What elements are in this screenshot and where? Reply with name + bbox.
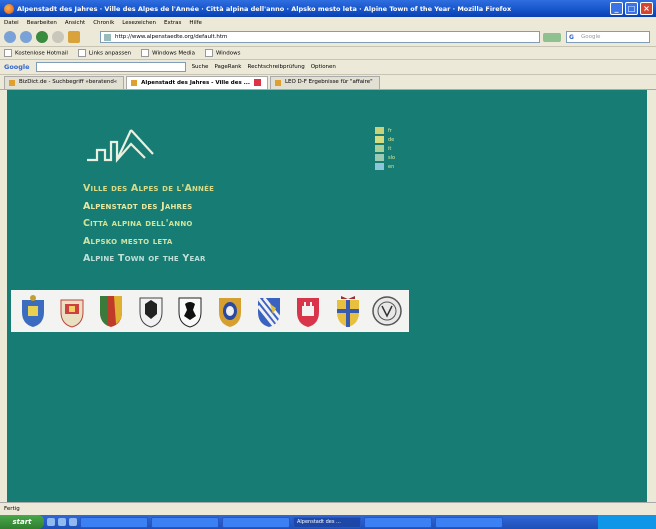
crest-icon[interactable] — [175, 293, 205, 329]
tab-bizdict[interactable]: BizDict.de - Suchbegriff »beratend« — [4, 76, 125, 89]
back-icon[interactable] — [4, 31, 16, 43]
quicklaunch-icon[interactable] — [69, 518, 77, 526]
title-en: Alpine Town of the Year — [83, 253, 206, 264]
lang-square-it — [375, 145, 384, 152]
bookmark-item[interactable]: Windows Media — [141, 49, 195, 57]
menu-ansicht[interactable]: Ansicht — [65, 20, 85, 26]
taskbar-button[interactable] — [151, 516, 219, 528]
close-tab-icon[interactable] — [253, 79, 261, 86]
quicklaunch-icon[interactable] — [58, 518, 66, 526]
menu-lesezeichen[interactable]: Lesezeichen — [122, 20, 156, 26]
lang-code: it — [388, 145, 392, 152]
google-search-button[interactable]: Suche — [192, 64, 209, 70]
lang-link-fr[interactable]: fr — [375, 126, 395, 135]
bookmarks-toolbar: Kostenlose Hotmail Links anpassen Window… — [0, 47, 656, 60]
lang-square-de — [375, 136, 384, 143]
google-toolbar-search-input[interactable] — [35, 62, 186, 72]
lang-square-slo — [375, 154, 384, 161]
title-fr: Ville des Alpes de l'Année — [83, 183, 215, 194]
google-toolbar: Google Suche PageRank Rechtschreibprüfun… — [0, 60, 656, 75]
lang-code: en — [388, 163, 395, 170]
go-button[interactable] — [543, 33, 561, 42]
lang-square-fr — [375, 127, 384, 134]
tab-label: Alpenstadt des Jahres - Ville des ... — [141, 80, 250, 86]
taskbar-button[interactable] — [222, 516, 290, 528]
bookmark-item[interactable]: Kostenlose Hotmail — [4, 49, 68, 57]
title-it: Città alpina dell'anno — [83, 218, 193, 229]
tab-bar: BizDict.de - Suchbegriff »beratend« Alpe… — [0, 75, 656, 90]
window-title-bar: Alpenstadt des Jahres · Ville des Alpes … — [0, 0, 656, 17]
crest-icon[interactable] — [254, 293, 284, 329]
alpine-town-logo — [87, 128, 169, 172]
pagerank-button[interactable]: PageRank — [214, 64, 241, 70]
lang-link-it[interactable]: it — [375, 144, 395, 153]
menu-hilfe[interactable]: Hilfe — [189, 20, 202, 26]
lang-code: fr — [388, 127, 392, 134]
home-icon[interactable] — [68, 31, 80, 43]
lang-code: slo — [388, 154, 396, 161]
title-slo: Alpsko mesto leta — [83, 235, 173, 247]
lang-link-slo[interactable]: slo — [375, 153, 395, 162]
crest-icon[interactable] — [136, 293, 166, 329]
reload-icon[interactable] — [36, 31, 48, 43]
crest-icon[interactable] — [96, 293, 126, 329]
firefox-icon — [4, 3, 14, 14]
taskbar-button[interactable] — [364, 516, 432, 528]
status-text: Fertig — [4, 506, 20, 512]
title-list: Ville des Alpes de l'Année Alpenstadt de… — [83, 180, 214, 268]
search-placeholder: Google — [581, 34, 601, 40]
page-icon — [104, 34, 111, 41]
tab-leo[interactable]: LEO D-F Ergebnisse für "affaire" — [269, 76, 380, 89]
tab-alpenstadt[interactable]: Alpenstadt des Jahres - Ville des ... — [126, 76, 268, 89]
taskbar-button-active[interactable]: Alpenstadt des ... — [293, 516, 361, 528]
url-text: http://www.alpenstaedte.org/default.htm — [115, 34, 228, 40]
taskbar-button[interactable] — [80, 516, 148, 528]
google-search-icon: G — [569, 34, 574, 41]
start-button[interactable]: start — [0, 515, 44, 529]
title-de: Alpenstadt des Jahres — [83, 200, 193, 212]
crest-icon[interactable] — [18, 293, 48, 329]
navigation-toolbar: http://www.alpenstaedte.org/default.htm … — [0, 28, 656, 47]
menu-bearbeiten[interactable]: Bearbeiten — [27, 20, 57, 26]
minimize-button[interactable]: _ — [610, 2, 623, 15]
bookmark-item[interactable]: Windows — [205, 49, 241, 57]
crest-icon[interactable] — [215, 293, 245, 329]
page-content: Ville des Alpes de l'Année Alpenstadt de… — [7, 90, 647, 502]
windows-taskbar: start Alpenstadt des ... — [0, 515, 656, 529]
forward-icon[interactable] — [20, 31, 32, 43]
lang-link-de[interactable]: de — [375, 135, 395, 144]
google-logo[interactable]: Google — [4, 63, 30, 71]
status-bar: Fertig — [0, 502, 656, 515]
spellcheck-button[interactable]: Rechtschreibprüfung — [248, 64, 305, 70]
stop-icon[interactable] — [52, 31, 64, 43]
crest-icon[interactable] — [372, 293, 402, 329]
crest-icon[interactable] — [57, 293, 87, 329]
options-button[interactable]: Optionen — [311, 64, 336, 70]
quicklaunch-icon[interactable] — [47, 518, 55, 526]
bookmark-item[interactable]: Links anpassen — [78, 49, 131, 57]
town-crests-strip — [11, 290, 409, 332]
taskbar-button[interactable] — [435, 516, 503, 528]
url-input[interactable]: http://www.alpenstaedte.org/default.htm — [100, 31, 540, 43]
lang-square-en — [375, 163, 384, 170]
menu-bar: Datei Bearbeiten Ansicht Chronik Lesezei… — [0, 17, 656, 28]
left-frame-border — [0, 90, 7, 502]
crest-icon[interactable] — [293, 293, 323, 329]
tab-label: LEO D-F Ergebnisse für "affaire" — [284, 79, 373, 85]
lang-code: de — [388, 136, 395, 143]
tab-label: BizDict.de - Suchbegriff »beratend« — [19, 79, 118, 85]
lang-link-en[interactable]: en — [375, 162, 395, 171]
language-links: fr de it slo en — [375, 126, 395, 171]
close-button[interactable]: × — [640, 2, 653, 15]
menu-chronik[interactable]: Chronik — [93, 20, 114, 26]
right-frame-border — [647, 90, 656, 502]
window-title: Alpenstadt des Jahres · Ville des Alpes … — [17, 4, 512, 13]
system-tray — [598, 515, 656, 529]
maximize-button[interactable]: □ — [625, 2, 638, 15]
search-input[interactable]: G Google — [566, 31, 650, 43]
crest-icon[interactable] — [333, 293, 363, 329]
menu-datei[interactable]: Datei — [4, 20, 19, 26]
menu-extras[interactable]: Extras — [164, 20, 181, 26]
